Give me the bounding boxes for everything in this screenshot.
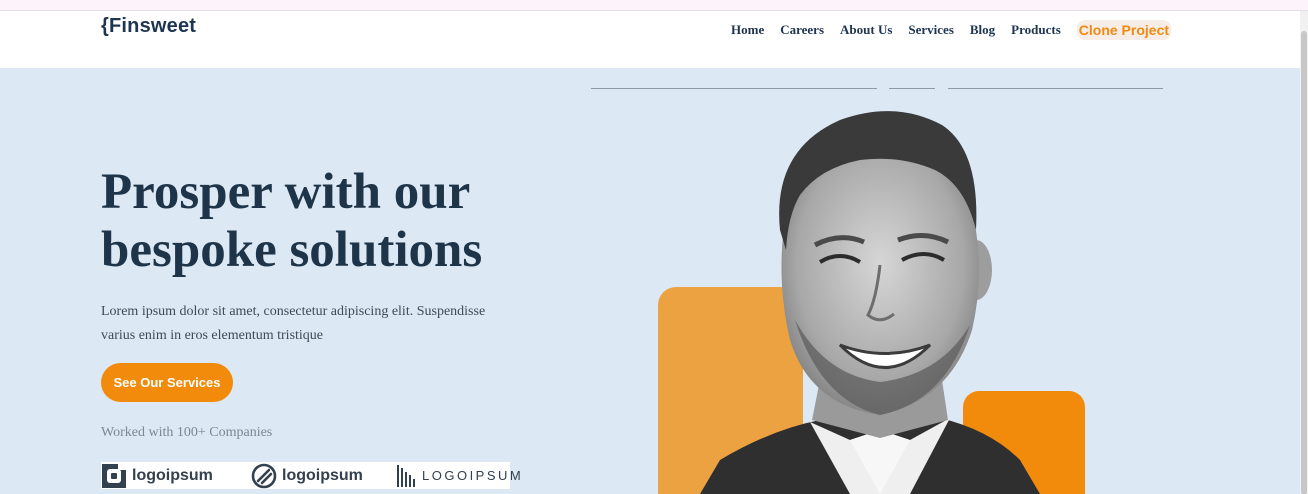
clone-project-link[interactable]: Clone Project bbox=[1076, 20, 1172, 40]
nav-blog[interactable]: Blog bbox=[970, 22, 995, 38]
divider-line bbox=[591, 88, 877, 89]
divider-line bbox=[948, 88, 1163, 89]
partner-logos: logoipsum logoipsum LOGOIPSUM bbox=[101, 462, 521, 489]
partner-logo: logoipsum bbox=[251, 462, 363, 489]
circle-slash-logo-icon bbox=[251, 463, 277, 488]
site-logo[interactable]: {Finsweet bbox=[101, 15, 196, 38]
partner-logo: logoipsum bbox=[101, 462, 213, 489]
hero-portrait-image bbox=[700, 111, 1040, 494]
partner-logo-text: LOGOIPSUM bbox=[422, 468, 524, 483]
bars-logo-icon bbox=[397, 464, 415, 487]
hero-description: Lorem ipsum dolor sit amet, consectetur … bbox=[101, 304, 486, 343]
partner-logo: LOGOIPSUM bbox=[397, 462, 523, 489]
nav-services[interactable]: Services bbox=[908, 22, 953, 38]
worked-with-text: Worked with 100+ Companies bbox=[101, 425, 273, 440]
nav-careers[interactable]: Careers bbox=[780, 22, 824, 38]
square-logo-icon bbox=[102, 463, 126, 488]
scrollbar-thumb[interactable] bbox=[1301, 31, 1307, 494]
nav-products[interactable]: Products bbox=[1011, 22, 1061, 38]
nav-home[interactable]: Home bbox=[731, 22, 764, 38]
browser-top-strip bbox=[0, 0, 1308, 11]
see-our-services-button[interactable]: See Our Services bbox=[101, 363, 233, 402]
nav-about-us[interactable]: About Us bbox=[840, 22, 892, 38]
scrollbar-track[interactable] bbox=[1300, 11, 1308, 494]
divider-line bbox=[889, 88, 935, 89]
partner-logo-text: logoipsum bbox=[282, 466, 363, 484]
partner-logo-text: logoipsum bbox=[132, 466, 213, 484]
main-nav: Home Careers About Us Services Blog Prod… bbox=[731, 20, 1172, 40]
hero-title: Prosper with our bespoke solutions bbox=[101, 164, 483, 278]
